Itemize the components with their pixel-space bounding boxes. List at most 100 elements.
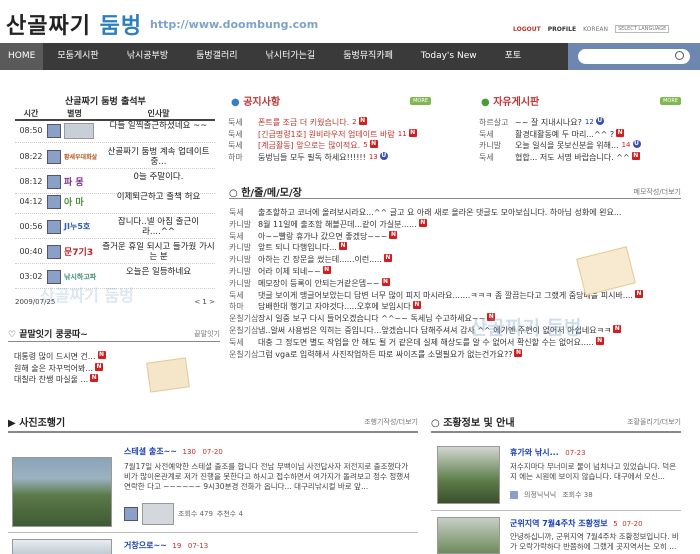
attendance-row: 00:56 JI누5호 잡니다..넬 아침 출근이라....^^ (15, 215, 215, 239)
relay-list: 대통령 많이 드시면 건... N 원해 술은 자꾸먹어봐... N 대칠라 찬쌩 … (14, 351, 134, 386)
list-item[interactable]: 둑세 [계금활동] 앞으로는 많이적요. 5 N (228, 140, 428, 152)
list-item[interactable]: 둑세 아~~빨랑 휴가나 갔으면 좋겠당~~~ N (229, 230, 669, 243)
list-item[interactable]: 대칠라 찬쌩 마실울 ... N (14, 374, 134, 386)
watermark: 산골짜기 둠벙 (470, 317, 582, 339)
avatar (47, 194, 61, 209)
avatar (47, 219, 61, 234)
avatar (510, 491, 518, 499)
pager-next[interactable]: > (209, 298, 215, 306)
list-item[interactable]: 하르살고 ~~ 잘 지내시나요? 12 U (479, 117, 679, 129)
site-url[interactable]: http://www.doombung.com (150, 18, 318, 31)
photo-item-title[interactable]: 스테셜 출조~~ (124, 447, 177, 456)
attendance-footer: 2009/07/25 < 1 > (15, 298, 215, 306)
info-title: 조황정보 및 안내 (443, 418, 515, 429)
main-nav: HOME 모둠게시판 낚시공부방 둠벙갤러리 낚시터가는길 둠벙뮤직카페 Tod… (0, 43, 700, 70)
nav-music[interactable]: 둠벙뮤직카페 (329, 43, 407, 70)
photo-story-header: ▶ 사진조행기 조행기작성/더보기 (8, 414, 418, 430)
info-item: 휴가와 낚시... 07-23 (510, 448, 586, 457)
list-item[interactable]: 원해 술은 자꾸먹어봐... N (14, 362, 134, 375)
search-icon[interactable] (675, 51, 684, 60)
notice-list: 둑세 폰트를 조금 더 키웠습니다. 2 N 둑세 [긴급명령1호] 원비라우저 업데이… (228, 117, 428, 163)
globe-icon: ● (231, 97, 240, 108)
free-board-list: 하르살고 ~~ 잘 지내시나요? 12 U 둑세 활경대활동예 두 마리...^^ ? N… (479, 117, 679, 163)
nav-board[interactable]: 모둠게시판 (43, 43, 112, 70)
search-area (568, 43, 700, 70)
triangle-icon: ▶ (8, 418, 16, 429)
car-image (64, 122, 94, 139)
logo-main-text: 산골짜기 (6, 14, 91, 39)
list-item[interactable]: 둑세 활경대활동예 두 마리...^^ ? N (479, 128, 679, 141)
nav-todays-new[interactable]: Today's New (407, 43, 491, 70)
notice-more-button[interactable]: MORE (410, 96, 431, 105)
photo-item: 스테셜 출조~~ 130 07-20 (124, 447, 223, 456)
free-board-more-button[interactable]: MORE (660, 96, 681, 105)
memo-link[interactable]: 메모작성/더보기 (634, 187, 681, 197)
language-select[interactable]: SELECT LANGUAGE (614, 25, 670, 33)
heart-icon: ♡ (8, 330, 17, 340)
info-item-body: 저수지마다 무너미로 물이 넘치나고 있었습니다. 덕은지 에는 시원에 보이지… (510, 462, 677, 481)
logout-link[interactable]: LOGOUT (513, 26, 541, 33)
avatar (47, 244, 61, 259)
list-item[interactable]: 운칠기삼 냅..알써 사용법은 익히는 중입니다...앞겠습니다 답해주셔셔 감사… (229, 324, 669, 337)
col-greet: 인사말 (147, 109, 170, 118)
photo-story-link[interactable]: 조행기작성/더보기 (364, 417, 418, 427)
nav-study[interactable]: 낚시공부방 (113, 43, 182, 70)
list-item[interactable]: 카니발 오늘 일식을 못보신분을 위해... 14 U (479, 140, 679, 152)
list-item[interactable]: 둑세 [긴급명령1호] 원비라우저 업데이트 바람 11 N (228, 128, 428, 141)
list-item[interactable]: 둑세 대충 그 정도면 별도 작업을 안 해도 될 거 같은데 실제 해상도를 알… (229, 336, 669, 349)
avatar (47, 149, 61, 164)
circle-icon: ○ (431, 418, 440, 429)
nav-photo[interactable]: 포토 (491, 43, 536, 70)
info-header: ○ 조황정보 및 안내 조황올리기/더보기 (431, 414, 681, 430)
search-input[interactable] (578, 49, 690, 64)
photo-item-body: 7월17일 사전예약한 스테셜 출조를 합니다 전남 무백이님 사전답사자 저전… (124, 462, 411, 491)
envelope-image (146, 357, 190, 393)
photo-item-meta: 조회수 479 추천수 4 (124, 503, 243, 525)
avatar-image (142, 503, 174, 525)
nav-home[interactable]: HOME (0, 43, 44, 70)
relay-title: 끝말잇기 쿵쿵따~ (19, 330, 88, 340)
list-item[interactable]: 대통령 많이 드시면 건... N (14, 351, 134, 363)
pager-prev[interactable]: < (194, 298, 200, 306)
info-item-body: 안녕하십니까, 군위지역 7월4주차 조황정보입니다. 비가 오락가락하다 반쯤… (510, 532, 679, 551)
relay-header: ♡ 끝말잇기 쿵쿵따~ 끝말잇기 (8, 327, 220, 341)
list-item[interactable]: 하마 둠벙님들 모두 필독 하세요!!!!!! 13 U (228, 151, 428, 164)
list-item[interactable]: 둑세 출조할하고 코너에 올려보시라요...^^ 글고 요 아래 새로 올라온 댓… (229, 207, 669, 219)
nav-directions[interactable]: 낚시터가는길 (252, 43, 330, 70)
attendance-row: 00:40 문7기3 즐거운 휴일 되시고 들가웠 가시는 분 (15, 240, 215, 264)
list-item[interactable]: 둑세 폰트를 조금 더 키웠습니다. 2 N (228, 117, 428, 129)
free-board-title: 자유게시판 (493, 97, 540, 108)
list-item[interactable]: 하마 담배한대 행기고 자야것다.....오후에 보입시다 N (229, 301, 669, 313)
list-item[interactable]: 둑세 협합... 저도 서명 바랍습니다. ^^ N (479, 151, 679, 164)
photo-thumbnail[interactable] (12, 457, 112, 527)
attendance-row: 04:12 아 마 이제퇴근하고 출책 허요 (15, 190, 215, 214)
nav-gallery[interactable]: 둠벙갤러리 (182, 43, 251, 70)
attendance-date: 2009/07/25 (15, 298, 56, 306)
col-time: 시간 (23, 109, 39, 118)
top-menu: LOGOUT PROFILE KOREAN SELECT LANGUAGE (513, 25, 670, 33)
memo-header: ○ 한/줄/메/모/장 메모작성/더보기 (229, 184, 681, 200)
photo-thumbnail[interactable] (12, 539, 112, 554)
info-item: 군위지역 7월4주차 조황정보 5 07-20 (510, 519, 643, 528)
logo-sub-text: 둠벙 (99, 14, 143, 39)
info-thumbnail[interactable] (437, 446, 500, 504)
info-link[interactable]: 조황올리기/더보기 (627, 417, 681, 427)
list-item[interactable]: 운칠기삼 그럼 vga로 입력해서 사진작업하든 따로 싸이즈를 소댈필요가 없는… (229, 348, 669, 361)
site-logo[interactable]: 산골짜기 둠벙 (6, 8, 142, 40)
list-item[interactable]: 운칠기삼 장시 일중 보구 다시 들어오겠습니다 ^^~~ 독세님 수고하세요~~… (229, 313, 669, 325)
photo-item: 거창으로~~ 19 07-13 (124, 541, 209, 550)
list-item[interactable]: 둑세 댓글 보이게 맹글어보았는디 답변 너무 많이 피지 마시라요.......… (229, 289, 669, 302)
info-thumbnail[interactable] (437, 517, 500, 554)
col-nick: 별명 (67, 109, 82, 118)
notice-header: ● 공지사항 MORE (231, 93, 431, 108)
avatar (47, 174, 61, 189)
relay-link[interactable]: 끝말잇기 (194, 329, 220, 339)
attendance-row: 08:50 다들 일찍출근하셨네요 ~~ (15, 119, 215, 143)
photo-story-title: 사진조행기 (19, 418, 66, 429)
info-item-meta: 의정닉닉닉 조회수 38 (510, 490, 593, 500)
free-board-header: ● 자유게시판 MORE (481, 93, 681, 108)
attendance-title: 산골짜기 둠벙 출석부 (65, 97, 146, 107)
list-item[interactable]: 카니발 8월 11일에 출조함 해볼끈데...같이 가실분...... N (229, 218, 669, 231)
avatar (124, 507, 138, 521)
profile-link[interactable]: PROFILE (548, 26, 576, 33)
